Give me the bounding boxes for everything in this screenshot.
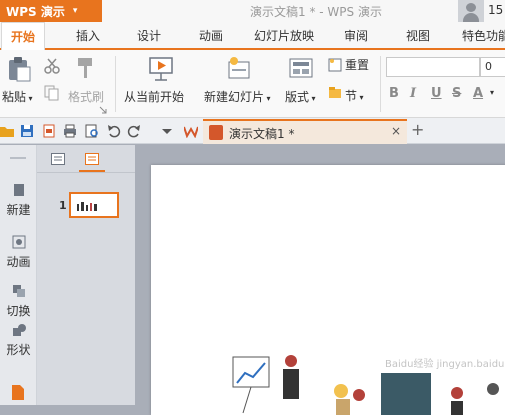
- shapes-icon: [12, 324, 26, 336]
- font-color-caret-icon[interactable]: ▾: [490, 88, 494, 97]
- layout-label: 版式: [285, 90, 310, 104]
- tab-animation[interactable]: 动画: [199, 27, 223, 44]
- image-tool-icon[interactable]: [11, 384, 25, 400]
- app-menu-caret-icon: ▾: [72, 6, 78, 16]
- print-preview-icon[interactable]: [85, 124, 99, 138]
- animation-icon: [12, 235, 25, 249]
- slide-thumbnail[interactable]: [69, 192, 119, 218]
- ribbon-tab-bar: 开始 插入 设计 动画 幻灯片放映 审阅 视图 特色功能: [0, 22, 505, 50]
- thumbnail-view-tabs: [37, 145, 135, 173]
- ribbon-separator: [380, 56, 381, 112]
- paste-icon[interactable]: [6, 56, 32, 82]
- ribbon-separator: [115, 56, 116, 112]
- strikethrough-button[interactable]: S: [452, 86, 461, 101]
- new-slide-label: 新建幻灯片: [204, 90, 265, 104]
- layout-icon[interactable]: [289, 58, 313, 80]
- slide-thumbnail-preview: [77, 202, 97, 211]
- document-tab[interactable]: 演示文稿1 * ×: [203, 119, 407, 144]
- tab-review[interactable]: 审阅: [344, 27, 368, 44]
- sidebar-handle[interactable]: [10, 157, 26, 159]
- left-task-sidebar: 新建 动画 切换 形状: [0, 145, 37, 405]
- section-label: 节: [345, 89, 358, 103]
- bold-button[interactable]: B: [389, 86, 399, 101]
- user-number: 15: [488, 3, 504, 17]
- paste-button[interactable]: 粘贴 ▾: [2, 88, 33, 105]
- format-painter-button[interactable]: 格式刷: [68, 88, 104, 105]
- underline-button[interactable]: U: [431, 86, 442, 101]
- slide-thumbnail-panel: 1: [37, 145, 135, 405]
- tab-design[interactable]: 设计: [137, 27, 161, 44]
- format-painter-icon[interactable]: [74, 56, 98, 80]
- reset-button[interactable]: 重置: [345, 56, 369, 73]
- window-title: 演示文稿1 * - WPS 演示: [250, 5, 382, 19]
- active-view-indicator: [79, 170, 105, 172]
- new-document-icon: [13, 184, 24, 196]
- app-name: WPS 演示: [6, 4, 65, 19]
- export-pdf-icon[interactable]: [42, 124, 56, 138]
- user-avatar-icon[interactable]: [458, 0, 484, 22]
- open-folder-icon[interactable]: [0, 124, 14, 138]
- slide-edit-area: Baidu经验 jingyan.baidu.com: [135, 145, 505, 415]
- font-color-button[interactable]: A: [473, 86, 483, 101]
- font-size-field[interactable]: 0: [480, 57, 505, 77]
- undo-icon[interactable]: [107, 124, 121, 138]
- redo-icon[interactable]: [127, 124, 141, 138]
- tab-insert[interactable]: 插入: [76, 27, 100, 44]
- paste-label: 粘贴: [2, 90, 27, 104]
- outline-view-icon[interactable]: [51, 153, 65, 165]
- tab-special-features[interactable]: 特色功能: [462, 27, 505, 44]
- slide-number: 1: [59, 199, 67, 212]
- transition-icon: [12, 285, 25, 297]
- sidebar-item-animation[interactable]: 动画: [0, 235, 37, 270]
- section-icon[interactable]: [328, 86, 342, 100]
- customize-toolbar-icon[interactable]: [160, 124, 174, 138]
- from-current-slide-icon[interactable]: [148, 56, 176, 82]
- app-menu-button[interactable]: WPS 演示 ▾: [0, 0, 102, 22]
- new-tab-button[interactable]: +: [411, 120, 424, 139]
- slides-view-icon[interactable]: [85, 153, 99, 165]
- new-slide-icon[interactable]: [226, 56, 252, 82]
- tab-view[interactable]: 视图: [406, 27, 430, 44]
- quick-access-bar: 演示文稿1 * × +: [0, 118, 505, 144]
- wps-logo-icon[interactable]: [184, 124, 198, 138]
- cut-icon[interactable]: [44, 58, 60, 74]
- print-icon[interactable]: [63, 124, 77, 138]
- sidebar-item-shapes[interactable]: 形状: [0, 323, 37, 358]
- layout-button[interactable]: 版式 ▾: [285, 88, 316, 105]
- dialog-launcher-icon[interactable]: [99, 106, 107, 114]
- watermark-text: Baidu经验 jingyan.baidu.com: [385, 359, 505, 370]
- presentation-file-icon: [209, 125, 223, 140]
- italic-button[interactable]: I: [410, 86, 416, 101]
- reset-icon[interactable]: [328, 58, 342, 72]
- title-bar: WPS 演示 ▾ 演示文稿1 * - WPS 演示 15: [0, 0, 505, 22]
- font-name-field[interactable]: [386, 57, 480, 77]
- ribbon-toolbar: 粘贴 ▾ 格式刷 从当前开始 新建幻灯片 ▾ 版式 ▾ 重置 节 ▾ 0 B I…: [0, 50, 505, 118]
- save-icon[interactable]: [20, 124, 34, 138]
- from-current-button[interactable]: 从当前开始: [124, 88, 184, 105]
- sidebar-item-new[interactable]: 新建: [0, 183, 37, 218]
- slide-canvas[interactable]: [151, 165, 505, 415]
- close-tab-icon[interactable]: ×: [391, 124, 401, 138]
- copy-icon[interactable]: [44, 85, 60, 101]
- tab-home[interactable]: 开始: [1, 22, 46, 50]
- section-button[interactable]: 节 ▾: [345, 87, 364, 104]
- tab-slideshow[interactable]: 幻灯片放映: [254, 27, 314, 44]
- sidebar-item-transition[interactable]: 切换: [0, 284, 37, 319]
- document-tab-name: 演示文稿1 *: [229, 127, 295, 141]
- new-slide-button[interactable]: 新建幻灯片 ▾: [204, 88, 271, 105]
